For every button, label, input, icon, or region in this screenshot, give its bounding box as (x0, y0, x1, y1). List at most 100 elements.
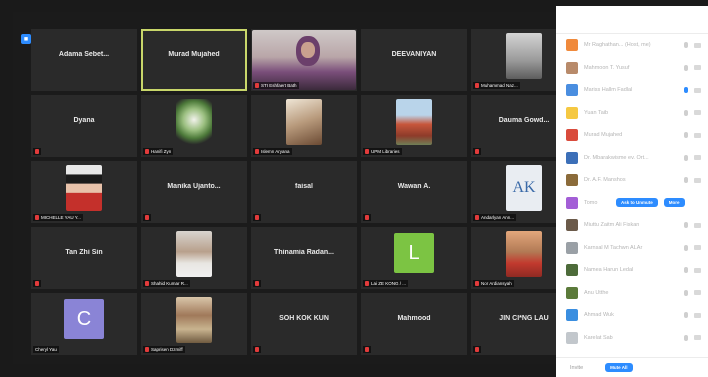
mic-icon (684, 132, 688, 139)
participant-list-item[interactable]: Dr. A.F. Manshos (556, 169, 708, 192)
participant-label: UPM Libraries (363, 148, 402, 155)
participant-label (363, 346, 371, 353)
participant-tile-active-speaker[interactable]: Murad Mujahed (141, 29, 247, 91)
participant-list-item[interactable]: Karnsal M Tachwn ALAr (556, 237, 708, 260)
participant-list-item[interactable]: Karelat Sab (556, 327, 708, 350)
participant-label (253, 280, 261, 287)
participant-tile[interactable]: STI Eshfaert Bath (251, 29, 357, 91)
participant-tile[interactable]: Islemn Aryana (251, 95, 357, 157)
muted-mic-icon (35, 215, 39, 220)
participant-label (473, 346, 481, 353)
participant-photo (286, 99, 322, 145)
camera-icon (694, 335, 701, 341)
participant-list-item[interactable]: Yuan Taib (556, 102, 708, 125)
participant-tile[interactable]: Mahmood (361, 293, 467, 355)
participant-label: Islemn Aryana (253, 148, 292, 155)
muted-mic-icon (365, 215, 369, 220)
participant-list-item[interactable]: Dr. Mbarakwisme ev. Ort... (556, 147, 708, 170)
participant-tile[interactable]: Saprisen Dzmiff (141, 293, 247, 355)
participant-avatar (566, 106, 578, 119)
muted-mic-icon (255, 215, 259, 220)
participant-list-name: Murad Mujahed (584, 132, 623, 139)
participant-name: Thinamia Radan... (274, 249, 334, 256)
participant-tile[interactable]: Hanifi Zyn (141, 95, 247, 157)
participant-photo (176, 297, 212, 343)
participant-list-item[interactable]: Mariss Hallm Fadlal (556, 79, 708, 102)
participant-label (253, 214, 261, 221)
ask-to-unmute-button[interactable]: Ask to Unmute (616, 198, 658, 208)
participant-logo: AK (506, 165, 542, 211)
participant-tile[interactable]: UPM Libraries (361, 95, 467, 157)
participant-list-item[interactable]: Namea Harun Ledal (556, 259, 708, 282)
participant-tile[interactable]: L Lai ZE KONG / ... (361, 227, 467, 289)
participant-photo (396, 99, 432, 145)
participant-list-item[interactable]: Miuttu Zaitm Ali Fiskan (556, 214, 708, 237)
participant-label (473, 148, 481, 155)
participant-list-item[interactable]: Ahmad Wuk (556, 304, 708, 327)
mic-icon (684, 87, 688, 94)
participant-list-item[interactable]: Mahmoon T. Yusuf (556, 57, 708, 80)
participant-list-name: Karelat Sab (584, 334, 613, 341)
participant-label: Andarlyan Ann... (473, 214, 517, 221)
participant-name: SOH KOK KUN (279, 315, 329, 322)
mic-icon (684, 64, 688, 71)
muted-mic-icon (365, 281, 369, 286)
more-button[interactable]: More (663, 198, 685, 208)
muted-mic-icon (255, 149, 259, 154)
mic-icon (684, 154, 688, 161)
participant-label (253, 346, 261, 353)
participant-list-name: Mr Raghathan... (Host, me) (584, 42, 651, 49)
muted-mic-icon (255, 281, 259, 286)
participant-label (33, 280, 41, 287)
participant-list-item[interactable]: Murad Mujahed (556, 124, 708, 147)
mic-icon (684, 109, 688, 116)
participant-tile[interactable]: SOH KOK KUN (251, 293, 357, 355)
participant-tile[interactable]: MICHELLE YAU Y... (31, 161, 137, 223)
participant-avatar (566, 309, 578, 322)
participant-label: Nor Ardiansyah (473, 280, 514, 287)
muted-mic-icon (475, 215, 479, 220)
mic-icon (684, 222, 688, 229)
camera-icon (694, 245, 701, 251)
participant-tile[interactable]: Tan Zhi Sin (31, 227, 137, 289)
participant-label: Lai ZE KONG / ... (363, 280, 409, 287)
participant-tile[interactable]: Dyana (31, 95, 137, 157)
participant-tile[interactable]: faisal (251, 161, 357, 223)
participant-label: Hanifi Zyn (143, 148, 174, 155)
participant-label: Cheryl Yau (33, 346, 59, 353)
participant-label (143, 214, 151, 221)
participant-list-item[interactable]: Anu Utthe (556, 282, 708, 305)
participant-photo (176, 99, 212, 145)
participant-initial-avatar: L (394, 233, 434, 273)
participant-label: Muhammad Naz... (473, 82, 520, 89)
participants-panel: Mr Raghathan... (Host, me) Mahmoon T. Yu… (556, 6, 708, 377)
participant-list-item[interactable]: Mr Raghathan... (Host, me) (556, 34, 708, 57)
participant-list-item-hovered[interactable]: Tomo Ask to Unmute More (556, 192, 708, 215)
participant-list-name: Yuan Taib (584, 109, 609, 116)
participant-label: MICHELLE YAU Y... (33, 214, 83, 221)
participant-avatar (566, 151, 578, 164)
participant-label: Saprisen Dzmiff (143, 346, 185, 353)
muted-mic-icon (145, 281, 149, 286)
participant-tile[interactable]: DEEVANIYAN (361, 29, 467, 91)
meeting-info-icon[interactable]: ■ (21, 34, 31, 44)
participant-tile[interactable]: Adama Sebet... (31, 29, 137, 91)
muted-mic-icon (365, 347, 369, 352)
camera-icon (694, 65, 701, 71)
participant-tile[interactable]: Manika Ujanto... (141, 161, 247, 223)
participant-tile[interactable]: Thinamia Radan... (251, 227, 357, 289)
participant-name: DEEVANIYAN (391, 51, 437, 58)
participant-video (252, 30, 356, 90)
participant-label (363, 214, 371, 221)
participant-tile[interactable]: Wawan A. (361, 161, 467, 223)
mute-all-button[interactable]: Mute All (605, 363, 633, 372)
participant-avatar (566, 61, 578, 74)
muted-mic-icon (145, 347, 149, 352)
participant-list-name: Miuttu Zaitm Ali Fiskan (584, 222, 640, 229)
participant-list-name: Karnsal M Tachwn ALAr (584, 244, 643, 251)
muted-mic-icon (365, 149, 369, 154)
participant-tile[interactable]: C Cheryl Yau (31, 293, 137, 355)
camera-icon (694, 312, 701, 318)
participant-tile[interactable]: Shahid Kumar R... (141, 227, 247, 289)
invite-button[interactable]: Invite (570, 365, 583, 371)
